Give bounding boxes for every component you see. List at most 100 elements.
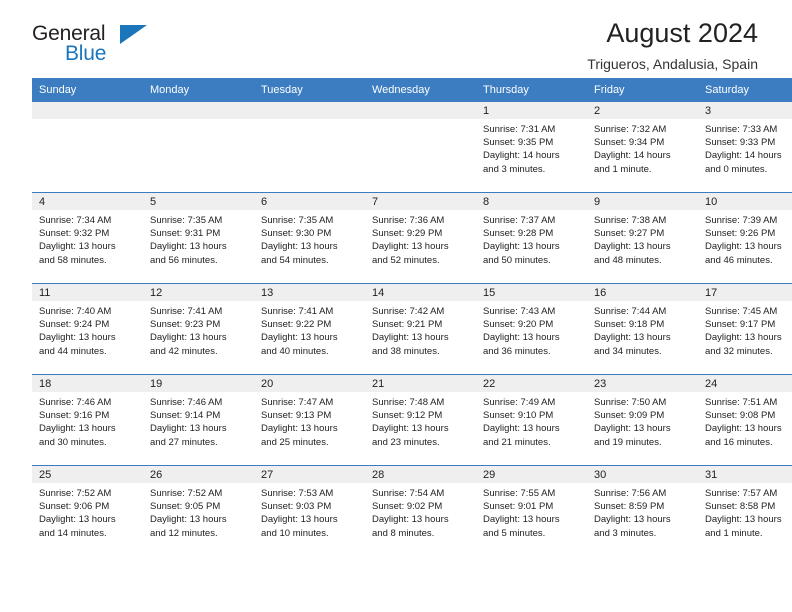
daylight-text-line2: and 12 minutes. <box>150 527 218 539</box>
daylight-text-line2: and 54 minutes. <box>261 254 329 266</box>
calendar-day-cell[interactable]: 22 Sunrise: 7:49 AM Sunset: 9:10 PM Dayligh… <box>476 374 587 466</box>
calendar-day-cell-empty <box>32 102 143 193</box>
calendar-day-cell[interactable]: 2 Sunrise: 7:32 AM Sunset: 9:34 PM Daylight… <box>587 102 698 193</box>
day-number: 2 <box>587 102 698 119</box>
sunrise-text: Sunrise: 7:44 AM <box>594 306 667 317</box>
weekday-header-wednesday: Wednesday <box>365 78 476 102</box>
sunrise-text: Sunrise: 7:53 AM <box>261 488 334 499</box>
calendar-day-cell[interactable]: 17 Sunrise: 7:45 AM Sunset: 9:17 PM Dayligh… <box>698 283 792 375</box>
daylight-text-line2: and 10 minutes. <box>261 527 329 539</box>
calendar-day-cell[interactable]: 15 Sunrise: 7:43 AM Sunset: 9:20 PM Dayligh… <box>476 283 587 375</box>
daylight-text-line2: and 34 minutes. <box>594 345 662 357</box>
calendar-day-cell[interactable]: 27 Sunrise: 7:53 AM Sunset: 9:03 PM Dayligh… <box>254 465 365 556</box>
calendar-day-cell-empty <box>254 102 365 193</box>
weekday-header-saturday: Saturday <box>698 78 792 102</box>
sunrise-text: Sunrise: 7:46 AM <box>39 397 112 408</box>
day-details: Sunrise: 7:42 AM Sunset: 9:21 PM Daylight:… <box>365 301 476 358</box>
daylight-text-line1: Daylight: 13 hours <box>39 514 116 526</box>
day-number: 7 <box>365 193 476 210</box>
calendar-day-cell[interactable]: 20 Sunrise: 7:47 AM Sunset: 9:13 PM Dayligh… <box>254 374 365 466</box>
sunset-text: Sunset: 9:33 PM <box>705 137 776 149</box>
day-number: 14 <box>365 284 476 301</box>
calendar-day-cell[interactable]: 6 Sunrise: 7:35 AM Sunset: 9:30 PM Daylight… <box>254 192 365 284</box>
daylight-text-line2: and 21 minutes. <box>483 436 551 448</box>
day-number: 22 <box>476 375 587 392</box>
calendar-day-cell[interactable]: 18 Sunrise: 7:46 AM Sunset: 9:16 PM Dayligh… <box>32 374 143 466</box>
calendar-day-cell[interactable]: 26 Sunrise: 7:52 AM Sunset: 9:05 PM Dayligh… <box>143 465 254 556</box>
calendar-header-row: Sunday Monday Tuesday Wednesday Thursday… <box>32 78 792 102</box>
day-number: 11 <box>32 284 143 301</box>
calendar-day-cell[interactable]: 23 Sunrise: 7:50 AM Sunset: 9:09 PM Dayligh… <box>587 374 698 466</box>
calendar-day-cell[interactable]: 28 Sunrise: 7:54 AM Sunset: 9:02 PM Dayligh… <box>365 465 476 556</box>
daylight-text-line1: Daylight: 13 hours <box>705 332 782 344</box>
calendar-day-cell[interactable]: 11 Sunrise: 7:40 AM Sunset: 9:24 PM Dayligh… <box>32 283 143 375</box>
calendar-week-row: 11 Sunrise: 7:40 AM Sunset: 9:24 PM Dayligh… <box>32 283 792 375</box>
daylight-text-line1: Daylight: 14 hours <box>705 150 782 162</box>
day-details: Sunrise: 7:46 AM Sunset: 9:16 PM Daylight:… <box>32 392 143 449</box>
calendar-day-cell[interactable]: 31 Sunrise: 7:57 AM Sunset: 8:58 PM Dayligh… <box>698 465 792 556</box>
sunrise-text: Sunrise: 7:52 AM <box>39 488 112 499</box>
calendar-day-cell[interactable]: 19 Sunrise: 7:46 AM Sunset: 9:14 PM Dayligh… <box>143 374 254 466</box>
daylight-text-line2: and 40 minutes. <box>261 345 329 357</box>
sunset-text: Sunset: 9:30 PM <box>261 228 332 240</box>
day-details: Sunrise: 7:35 AM Sunset: 9:31 PM Daylight:… <box>143 210 254 267</box>
calendar-day-cell[interactable]: 8 Sunrise: 7:37 AM Sunset: 9:28 PM Daylight… <box>476 192 587 284</box>
day-number: 13 <box>254 284 365 301</box>
calendar-day-cell[interactable]: 5 Sunrise: 7:35 AM Sunset: 9:31 PM Daylight… <box>143 192 254 284</box>
calendar-day-cell[interactable]: 7 Sunrise: 7:36 AM Sunset: 9:29 PM Daylight… <box>365 192 476 284</box>
daylight-text-line1: Daylight: 13 hours <box>261 241 338 253</box>
weekday-header-friday: Friday <box>587 78 698 102</box>
sunset-text: Sunset: 9:03 PM <box>261 501 332 513</box>
day-number: 15 <box>476 284 587 301</box>
sunrise-text: Sunrise: 7:32 AM <box>594 124 667 135</box>
calendar-day-cell[interactable]: 25 Sunrise: 7:52 AM Sunset: 9:06 PM Dayligh… <box>32 465 143 556</box>
sunrise-text: Sunrise: 7:41 AM <box>261 306 334 317</box>
day-number: 30 <box>587 466 698 483</box>
calendar-day-cell[interactable]: 9 Sunrise: 7:38 AM Sunset: 9:27 PM Daylight… <box>587 192 698 284</box>
daylight-text-line2: and 5 minutes. <box>483 527 546 539</box>
day-details: Sunrise: 7:41 AM Sunset: 9:23 PM Daylight:… <box>143 301 254 358</box>
day-details: Sunrise: 7:45 AM Sunset: 9:17 PM Daylight:… <box>698 301 792 358</box>
day-details: Sunrise: 7:47 AM Sunset: 9:13 PM Daylight:… <box>254 392 365 449</box>
calendar-day-cell[interactable]: 21 Sunrise: 7:48 AM Sunset: 9:12 PM Dayligh… <box>365 374 476 466</box>
daylight-text-line2: and 46 minutes. <box>705 254 773 266</box>
calendar-day-cell[interactable]: 3 Sunrise: 7:33 AM Sunset: 9:33 PM Daylight… <box>698 102 792 193</box>
sunrise-text: Sunrise: 7:40 AM <box>39 306 112 317</box>
sunset-text: Sunset: 9:35 PM <box>483 137 554 149</box>
calendar-page: General Blue August 2024 Trigueros, Anda… <box>0 0 792 612</box>
day-number: 6 <box>254 193 365 210</box>
sunset-text: Sunset: 9:06 PM <box>39 501 110 513</box>
sunrise-text: Sunrise: 7:38 AM <box>594 215 667 226</box>
day-details: Sunrise: 7:41 AM Sunset: 9:22 PM Daylight:… <box>254 301 365 358</box>
daylight-text-line1: Daylight: 14 hours <box>594 150 671 162</box>
calendar-day-cell[interactable]: 30 Sunrise: 7:56 AM Sunset: 8:59 PM Dayligh… <box>587 465 698 556</box>
sunrise-text: Sunrise: 7:36 AM <box>372 215 445 226</box>
daylight-text-line1: Daylight: 13 hours <box>150 241 227 253</box>
daylight-text-line2: and 1 minute. <box>594 163 652 175</box>
daylight-text-line1: Daylight: 13 hours <box>372 241 449 253</box>
calendar-day-cell[interactable]: 1 Sunrise: 7:31 AM Sunset: 9:35 PM Daylight… <box>476 102 587 193</box>
sunset-text: Sunset: 9:13 PM <box>261 410 332 422</box>
calendar-day-cell[interactable]: 12 Sunrise: 7:41 AM Sunset: 9:23 PM Dayligh… <box>143 283 254 375</box>
daylight-text-line1: Daylight: 13 hours <box>261 514 338 526</box>
calendar-day-cell[interactable]: 13 Sunrise: 7:41 AM Sunset: 9:22 PM Dayligh… <box>254 283 365 375</box>
calendar-day-cell[interactable]: 29 Sunrise: 7:55 AM Sunset: 9:01 PM Dayligh… <box>476 465 587 556</box>
daylight-text-line2: and 58 minutes. <box>39 254 107 266</box>
calendar-day-cell[interactable]: 4 Sunrise: 7:34 AM Sunset: 9:32 PM Daylight… <box>32 192 143 284</box>
daylight-text-line2: and 36 minutes. <box>483 345 551 357</box>
day-number: 1 <box>476 102 587 119</box>
calendar-day-cell[interactable]: 10 Sunrise: 7:39 AM Sunset: 9:26 PM Dayligh… <box>698 192 792 284</box>
day-details: Sunrise: 7:37 AM Sunset: 9:28 PM Daylight:… <box>476 210 587 267</box>
day-number: 19 <box>143 375 254 392</box>
calendar-week-row: 18 Sunrise: 7:46 AM Sunset: 9:16 PM Dayligh… <box>32 374 792 466</box>
day-details: Sunrise: 7:55 AM Sunset: 9:01 PM Daylight:… <box>476 483 587 540</box>
sunrise-text: Sunrise: 7:51 AM <box>705 397 778 408</box>
day-number <box>32 102 143 119</box>
day-number: 24 <box>698 375 792 392</box>
general-blue-logo[interactable]: General Blue <box>32 18 152 70</box>
calendar-day-cell[interactable]: 14 Sunrise: 7:42 AM Sunset: 9:21 PM Dayligh… <box>365 283 476 375</box>
calendar-day-cell[interactable]: 16 Sunrise: 7:44 AM Sunset: 9:18 PM Dayligh… <box>587 283 698 375</box>
day-number: 10 <box>698 193 792 210</box>
calendar-day-cell[interactable]: 24 Sunrise: 7:51 AM Sunset: 9:08 PM Dayligh… <box>698 374 792 466</box>
daylight-text-line1: Daylight: 13 hours <box>594 423 671 435</box>
